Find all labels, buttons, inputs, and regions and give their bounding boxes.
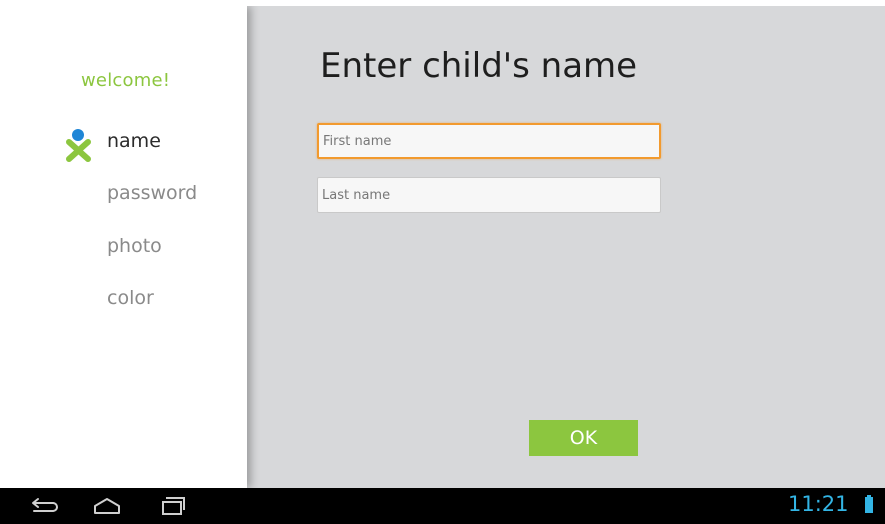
step-sidebar: welcome! name password photo color [6, 6, 247, 488]
back-icon[interactable] [25, 492, 61, 520]
status-clock: 11:21 [788, 492, 849, 516]
recent-apps-icon[interactable] [154, 492, 190, 520]
app-window: welcome! name password photo color Enter… [6, 6, 885, 488]
step-color[interactable]: color [107, 287, 154, 309]
main-panel: Enter child's name OK [247, 6, 885, 488]
last-name-input[interactable] [317, 177, 661, 213]
welcome-label: welcome! [81, 70, 171, 91]
first-name-input[interactable] [317, 123, 661, 159]
step-name[interactable]: name [107, 130, 161, 152]
xo-person-icon [66, 129, 91, 162]
system-navigation-bar: 11:21 [0, 488, 885, 524]
battery-icon [865, 495, 873, 513]
step-photo[interactable]: photo [107, 235, 162, 257]
ok-button[interactable]: OK [529, 420, 638, 456]
step-password[interactable]: password [107, 182, 197, 204]
home-icon[interactable] [89, 492, 125, 520]
page-title: Enter child's name [320, 46, 638, 86]
